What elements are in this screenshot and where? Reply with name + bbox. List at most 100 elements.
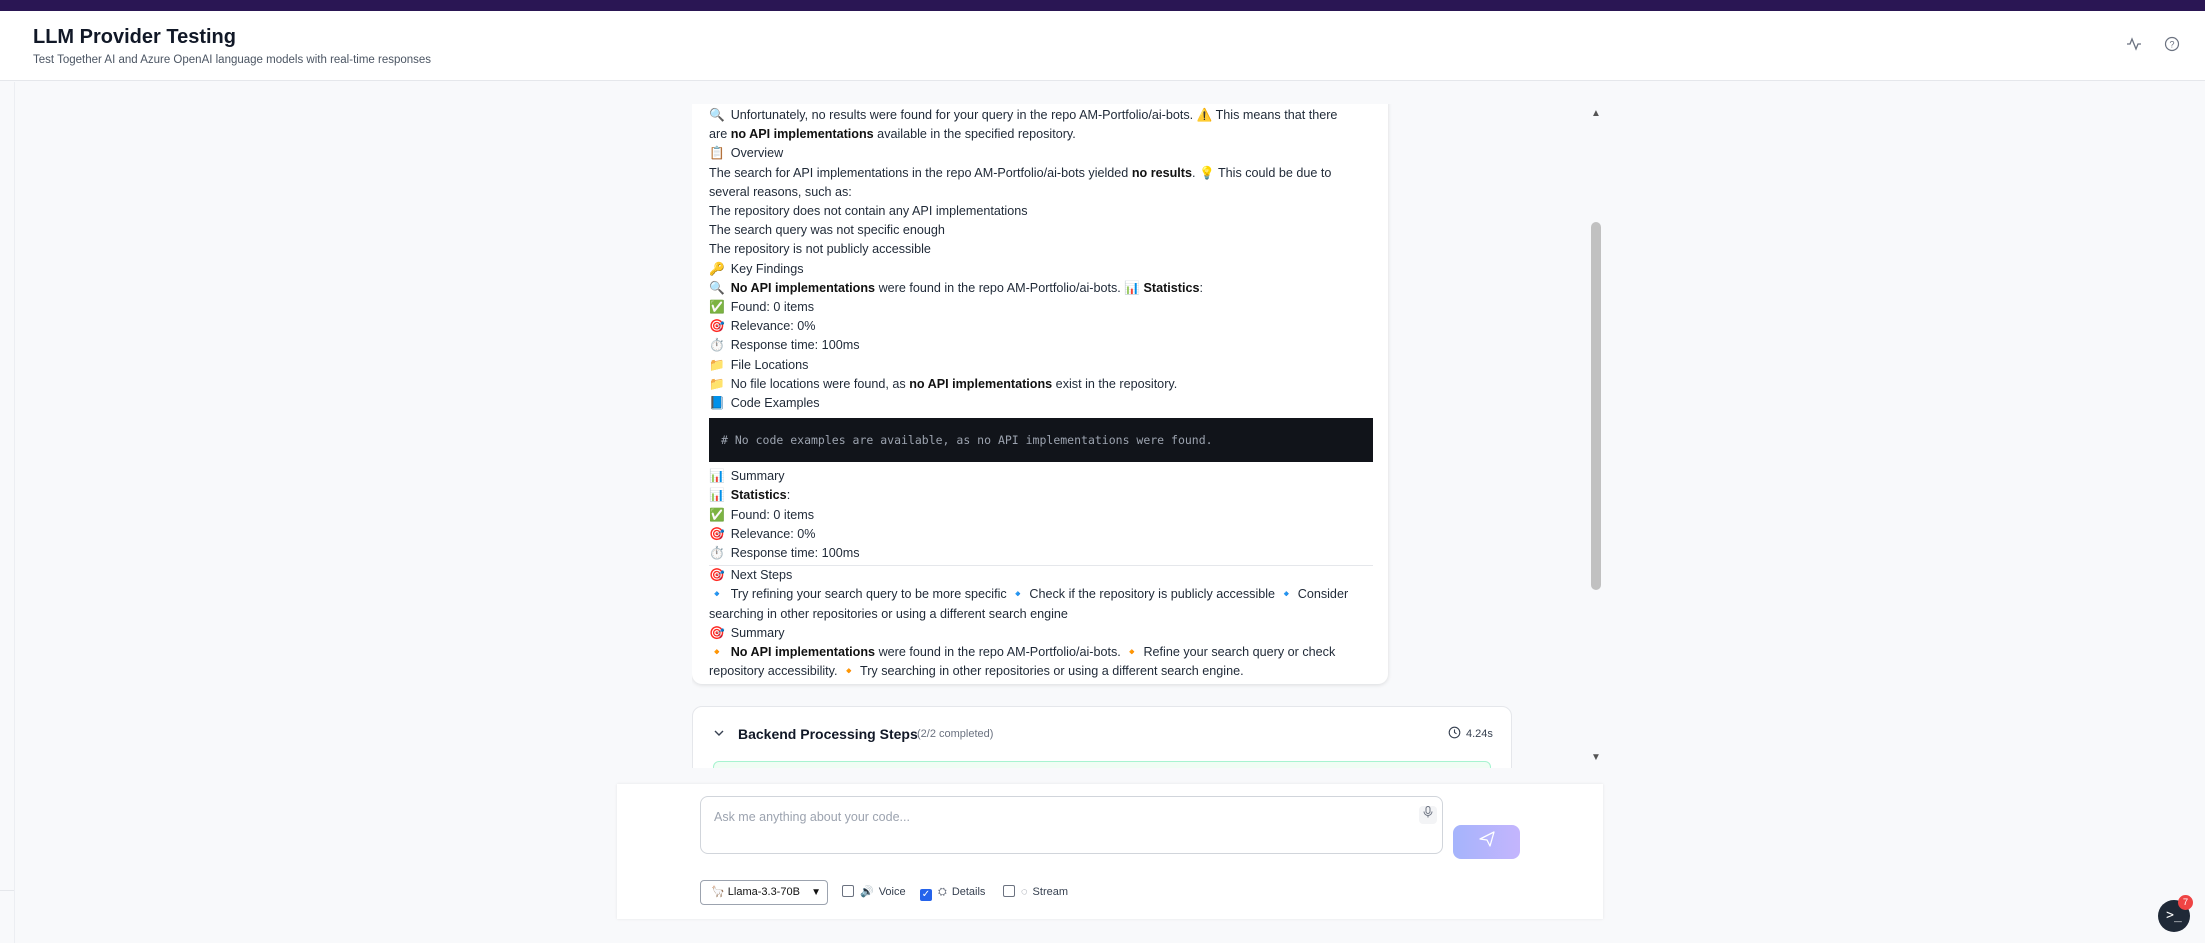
- notification-badge: 7: [2178, 895, 2193, 910]
- emoji-icon: 🎯: [709, 568, 725, 583]
- settings-icon: ⛭: [938, 886, 947, 898]
- text: were found in the repo AM-Portfolio/ai-b…: [875, 280, 1144, 295]
- text: No file locations were found, as: [730, 376, 910, 391]
- text: Try refining your search query to be mor…: [730, 587, 1349, 602]
- scroll-down-arrow[interactable]: ▼: [1591, 752, 1601, 763]
- emoji-icon: 🎯: [709, 319, 725, 334]
- clock-icon: [1448, 726, 1461, 742]
- voice-option[interactable]: 🔊 Voice: [842, 884, 906, 900]
- message-line: ⏱️ Response time: 100ms: [709, 544, 1373, 563]
- text: Summary: [730, 469, 785, 484]
- sidebar-divider: [14, 82, 15, 943]
- message-line: 🎯 Relevance: 0%: [709, 317, 1373, 336]
- emoji-icon: 🔸: [709, 645, 725, 660]
- assistant-message-card: 🔍 Unfortunately, no results were found fo…: [692, 104, 1388, 684]
- bold-text: no API implementations: [730, 127, 874, 142]
- message-line: ✅ Found: 0 items: [709, 298, 1373, 317]
- message-line: 📁 No file locations were found, as no API…: [709, 375, 1373, 394]
- activity-icon[interactable]: [2124, 36, 2144, 56]
- chat-scroll-area[interactable]: 🔍 Unfortunately, no results were found fo…: [692, 104, 1602, 768]
- assistant-message-body: 🔍 Unfortunately, no results were found fo…: [709, 106, 1373, 681]
- message-line: The repository is not publicly accessibl…: [709, 240, 1373, 259]
- message-line: 🔍 No API implementations were found in th…: [709, 279, 1373, 298]
- microphone-icon[interactable]: [1419, 806, 1437, 824]
- text: Key Findings: [730, 261, 804, 276]
- text: File Locations: [730, 357, 809, 372]
- details-option[interactable]: ✓ ⛭ Details: [920, 884, 986, 901]
- message-line: searching in other repositories or using…: [709, 605, 1373, 624]
- message-line: 🔹 Try refining your search query to be mo…: [709, 585, 1373, 604]
- page-title: LLM Provider Testing: [33, 26, 236, 48]
- text: Next Steps: [730, 568, 793, 583]
- llama-icon: 🦙: [711, 886, 728, 898]
- chevron-down-icon[interactable]: [713, 727, 725, 742]
- message-line: 📊 Summary: [709, 467, 1373, 486]
- app-header: LLM Provider Testing Test Together AI an…: [0, 11, 2205, 81]
- help-icon[interactable]: ?: [2162, 36, 2182, 56]
- code-block: # No code examples are available, as no …: [709, 418, 1373, 463]
- step-item: [713, 761, 1491, 768]
- details-checkbox[interactable]: ✓: [920, 889, 932, 901]
- input-placeholder: Ask me anything about your code...: [714, 810, 910, 824]
- text: The search for API implementations in th…: [709, 165, 1132, 180]
- page-subtitle: Test Together AI and Azure OpenAI langua…: [33, 54, 432, 66]
- message-line: ⏱️ Response time: 100ms: [709, 336, 1373, 355]
- emoji-icon: 📊: [709, 469, 725, 484]
- text: :: [786, 488, 791, 503]
- text: Response time: 100ms: [730, 546, 860, 561]
- model-select[interactable]: 🦙 Llama-3.3-70B ▼: [700, 880, 828, 905]
- chat-scrollbar[interactable]: ▲ ▼: [1590, 104, 1602, 768]
- text: exist in the repository.: [1052, 376, 1178, 391]
- svg-text:?: ?: [2169, 40, 2174, 50]
- details-label: Details: [951, 886, 986, 898]
- text: Unfortunately, no results were found for…: [730, 108, 1338, 122]
- scroll-up-arrow[interactable]: ▲: [1591, 108, 1601, 119]
- stream-option[interactable]: ◌ Stream: [1003, 884, 1068, 900]
- message-line: are no API implementations available in …: [709, 125, 1373, 144]
- model-select-value: Llama-3.3-70B: [727, 886, 800, 898]
- message-line: 🔸 No API implementations were found in th…: [709, 643, 1373, 662]
- voice-checkbox[interactable]: [842, 885, 854, 897]
- text: several reasons, such as:: [709, 184, 852, 199]
- message-line: 🔍 Unfortunately, no results were found fo…: [709, 106, 1373, 125]
- message-line: 📊 Statistics:: [709, 486, 1373, 505]
- message-line: 🎯 Next Steps: [709, 566, 1373, 585]
- emoji-icon: 📋: [709, 146, 725, 161]
- scrollbar-thumb[interactable]: [1591, 222, 1601, 590]
- steps-title[interactable]: Backend Processing Steps: [738, 726, 918, 742]
- message-line: 📁 File Locations: [709, 356, 1373, 375]
- text: Response time: 100ms: [730, 338, 860, 353]
- emoji-icon: 🔑: [709, 261, 725, 276]
- backend-steps-panel: Backend Processing Steps (2/2 completed)…: [692, 706, 1512, 768]
- stream-checkbox[interactable]: [1003, 885, 1015, 897]
- send-button[interactable]: [1453, 825, 1520, 859]
- message-line: The search query was not specific enough: [709, 221, 1373, 240]
- speaker-icon: 🔊: [860, 886, 874, 898]
- text: . 💡 This could be due to: [1192, 165, 1332, 180]
- text: The repository does not contain any API …: [709, 204, 1028, 219]
- bold-text: No API implementations: [730, 280, 876, 295]
- text: :: [1199, 280, 1203, 295]
- emoji-icon: 🔍: [709, 280, 725, 295]
- text: Summary: [730, 625, 785, 640]
- message-line: repository accessibility. 🔸 Try searchin…: [709, 662, 1373, 681]
- bold-text: No API implementations: [730, 645, 876, 660]
- steps-duration: 4.24s: [1466, 728, 1493, 740]
- emoji-icon: ⏱️: [709, 546, 725, 561]
- text: were found in the repo AM-Portfolio/ai-b…: [875, 645, 1336, 660]
- message-line: 🔑 Key Findings: [709, 260, 1373, 279]
- message-composer: Ask me anything about your code... 🦙 Lla…: [617, 784, 1603, 919]
- emoji-icon: 🔹: [709, 587, 725, 602]
- top-accent-bar: [0, 0, 2205, 11]
- message-input[interactable]: Ask me anything about your code...: [700, 796, 1443, 854]
- message-line: The search for API implementations in th…: [709, 164, 1373, 183]
- steps-count: (2/2 completed): [917, 728, 994, 740]
- bold-text: no API implementations: [909, 376, 1053, 391]
- terminal-button[interactable]: >_ 7: [2158, 895, 2193, 932]
- loader-icon: ◌: [1021, 886, 1028, 898]
- voice-label: Voice: [878, 886, 906, 898]
- emoji-icon: 📊: [709, 488, 725, 503]
- message-line: 🎯 Relevance: 0%: [709, 525, 1373, 544]
- text: available in the specified repository.: [873, 127, 1076, 142]
- text: Relevance: 0%: [730, 526, 816, 541]
